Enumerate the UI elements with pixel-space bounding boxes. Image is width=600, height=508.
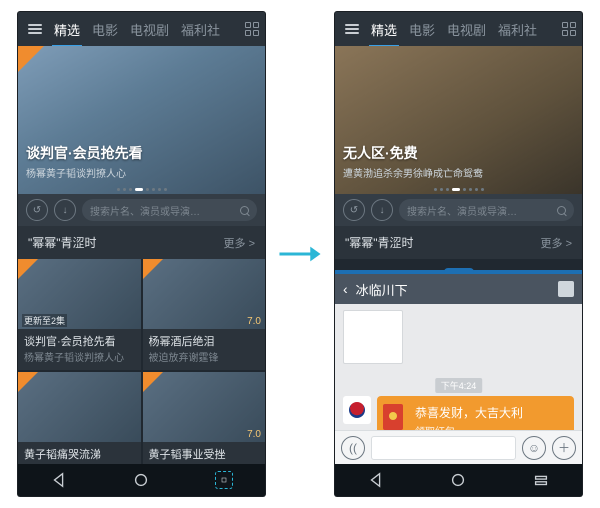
tab-featured[interactable]: 精选 [52, 16, 82, 43]
chat-title: 冰临川下 [356, 280, 408, 299]
hero-subtitle: 杨幂黄子韬谈判撩人心 [26, 165, 257, 180]
nav-tabs: 精选 电影 电视剧 福利社 [369, 16, 554, 43]
hero-title: 无人区·免费 [343, 143, 574, 163]
envelope-title: 恭喜发财，大吉大利 [415, 404, 564, 421]
voice-button[interactable]: (( [341, 436, 365, 460]
phone-left: 精选 电影 电视剧 福利社 谈判官·会员抢先看 杨幂黄子韬谈判撩人心 ↺ ↓ 搜… [18, 12, 265, 496]
carousel-dots [335, 188, 582, 191]
search-icon [557, 206, 566, 215]
chat-pane: ‹ 冰临川下 下午4:24 恭喜发财，大吉大利 领取红包 微信红包 (( ☺ ＋ [335, 274, 582, 464]
hamburger-icon[interactable] [24, 20, 46, 38]
top-nav: 精选 电影 电视剧 福利社 [18, 12, 265, 46]
cards-grid: 更新至2集 谈判官·会员抢先看杨幂黄子韬谈判撩人心 7.0 杨幂酒后绝泪被迫放弃… [18, 259, 265, 464]
tab-featured[interactable]: 精选 [369, 16, 399, 43]
home-key[interactable] [132, 471, 150, 489]
search-input[interactable]: 搜索片名、演员或导演… [82, 199, 257, 221]
section-more[interactable]: 更多 > [541, 235, 572, 251]
video-card[interactable]: 黄子韬痛哭流涕谢晓飞妈妈昏迷 [18, 372, 141, 464]
add-button[interactable]: ＋ [552, 436, 576, 460]
search-input[interactable]: 搜索片名、演员或导演… [399, 199, 574, 221]
android-nav [335, 464, 582, 496]
profile-icon[interactable] [558, 281, 574, 297]
video-card[interactable]: 更新至2集 谈判官·会员抢先看杨幂黄子韬谈判撩人心 [18, 259, 141, 370]
section-more[interactable]: 更多 > [224, 235, 255, 251]
corner-badge [18, 46, 44, 72]
timestamp: 下午4:24 [435, 378, 483, 393]
hamburger-icon[interactable] [341, 20, 363, 38]
carousel-dots [18, 188, 265, 191]
tab-movies[interactable]: 电影 [407, 16, 437, 43]
download-button[interactable]: ↓ [371, 199, 393, 221]
tab-movies[interactable]: 电影 [90, 16, 120, 43]
top-nav: 精选 电影 电视剧 福利社 [335, 12, 582, 46]
video-card[interactable]: 7.0 黄子韬事业受挫谢晓飞被指想法太幼稚 [143, 372, 266, 464]
grid-icon[interactable] [562, 22, 576, 36]
chat-header: ‹ 冰临川下 [335, 274, 582, 304]
recent-key-highlighted[interactable] [215, 471, 233, 489]
video-card[interactable]: 7.0 杨幂酒后绝泪被迫放弃谢霆锋 [143, 259, 266, 370]
back-key[interactable] [50, 471, 68, 489]
hero-banner[interactable]: 谈判官·会员抢先看 杨幂黄子韬谈判撩人心 [18, 46, 265, 194]
emoji-button[interactable]: ☺ [522, 436, 546, 460]
recent-key[interactable] [532, 471, 550, 489]
section-title: "幂幂"青涩时 [28, 234, 97, 251]
search-placeholder: 搜索片名、演员或导演… [407, 203, 517, 218]
nav-tabs: 精选 电影 电视剧 福利社 [52, 16, 237, 43]
arrow-icon [278, 240, 322, 268]
avatar[interactable] [343, 396, 371, 424]
tool-row: ↺ ↓ 搜索片名、演员或导演… [335, 194, 582, 226]
section-title: "幂幂"青涩时 [345, 234, 414, 251]
download-button[interactable]: ↓ [54, 199, 76, 221]
android-nav [18, 464, 265, 496]
search-placeholder: 搜索片名、演员或导演… [90, 203, 200, 218]
phone-right: 精选 电影 电视剧 福利社 无人区·免费 遭黄渤追杀余男徐峥成亡命鸳鸯 ↺ ↓ … [335, 12, 582, 496]
text-input[interactable] [371, 436, 516, 460]
back-key[interactable] [367, 471, 385, 489]
tool-row: ↺ ↓ 搜索片名、演员或导演… [18, 194, 265, 226]
tab-welfare[interactable]: 福利社 [496, 16, 539, 43]
tab-welfare[interactable]: 福利社 [179, 16, 222, 43]
back-icon[interactable]: ‹ [343, 281, 348, 297]
hero-banner[interactable]: 无人区·免费 遭黄渤追杀余男徐峥成亡命鸳鸯 [335, 46, 582, 194]
history-button[interactable]: ↺ [343, 199, 365, 221]
home-key[interactable] [449, 471, 467, 489]
hero-subtitle: 遭黄渤追杀余男徐峥成亡命鸳鸯 [343, 165, 574, 180]
red-packet-icon [383, 404, 403, 430]
content-scroll[interactable]: 谈判官·会员抢先看 杨幂黄子韬谈判撩人心 ↺ ↓ 搜索片名、演员或导演… "幂幂… [18, 46, 265, 464]
chat-input-bar: (( ☺ ＋ [335, 430, 582, 464]
section-header-1: "幂幂"青涩时 更多 > [18, 226, 265, 259]
hero-title: 谈判官·会员抢先看 [26, 143, 257, 163]
search-icon [240, 206, 249, 215]
thumbnail-message[interactable] [343, 310, 403, 364]
tab-tv[interactable]: 电视剧 [445, 16, 488, 43]
history-button[interactable]: ↺ [26, 199, 48, 221]
tab-tv[interactable]: 电视剧 [128, 16, 171, 43]
upper-app: 无人区·免费 遭黄渤追杀余男徐峥成亡命鸳鸯 ↺ ↓ 搜索片名、演员或导演… "幂… [335, 46, 582, 274]
section-header-1: "幂幂"青涩时 更多 > [335, 226, 582, 259]
grid-icon[interactable] [245, 22, 259, 36]
